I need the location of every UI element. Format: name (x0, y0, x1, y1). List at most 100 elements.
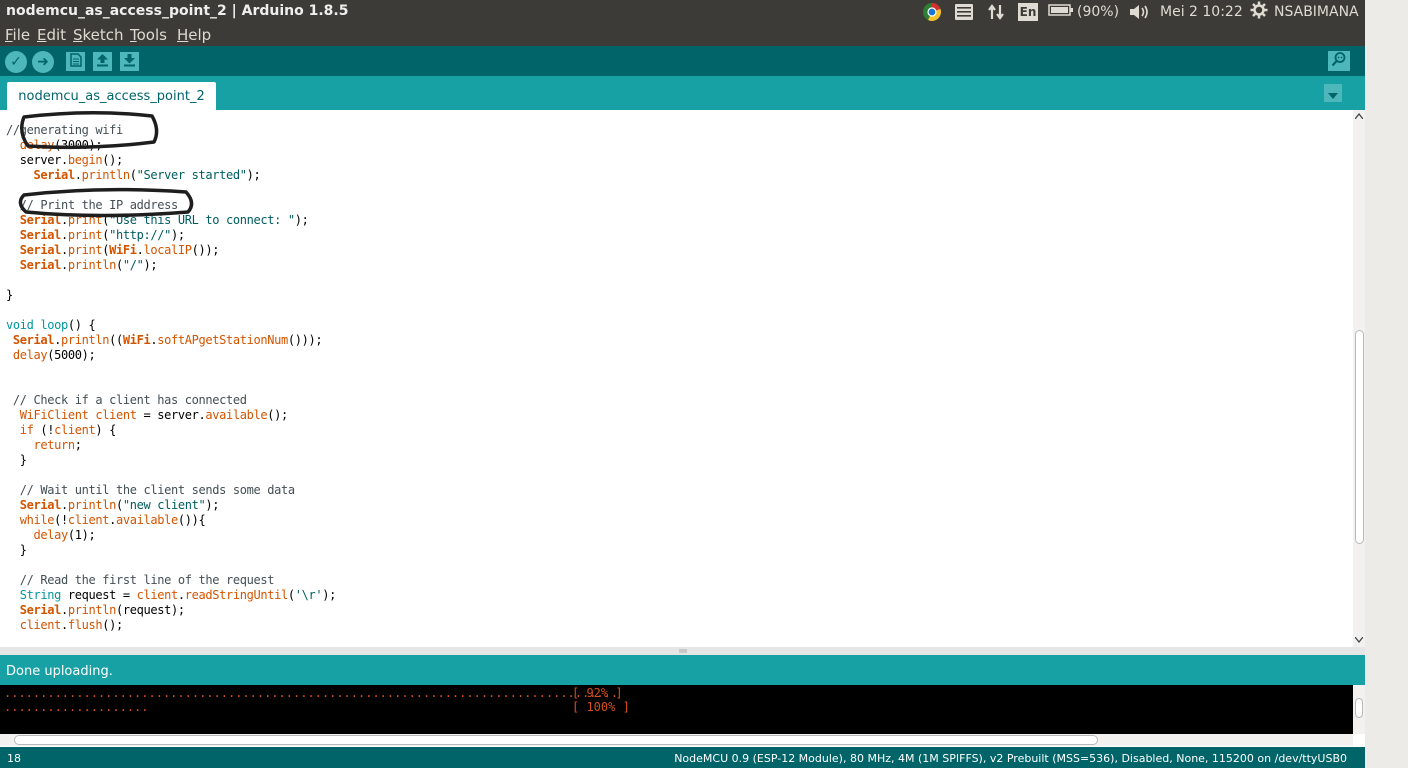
code-token: // Print the IP address (6, 198, 178, 212)
code-token: (); (102, 618, 123, 632)
code-line: Serial.println("new client"); (6, 498, 220, 513)
code-token: Serial (12, 333, 55, 347)
code-token: "new client" (122, 498, 206, 512)
code-token: // Wait until the client sends some data (6, 483, 295, 497)
code-line: Serial.println("Server started"); (6, 168, 261, 183)
upload-button[interactable]: ➜ (32, 51, 54, 73)
volume-icon[interactable] (1127, 2, 1151, 22)
save-button[interactable] (120, 52, 139, 71)
code-token: if (19, 423, 34, 437)
code-line: delay(3000); (6, 138, 103, 153)
code-token: WiFi (122, 333, 151, 347)
code-token: // Check if a client has connected (6, 393, 247, 407)
console-line: ........................................… (4, 686, 623, 700)
clock[interactable]: Mei 2 10:22 (1160, 2, 1244, 22)
code-line: void loop() { (6, 318, 96, 333)
code-token: ( (287, 588, 295, 602)
code-line: delay(1); (6, 528, 96, 543)
menu-file[interactable]: File (5, 26, 30, 44)
code-editor[interactable]: //generating wifi delay(3000); server.be… (0, 110, 1365, 647)
menu-sketch[interactable]: Sketch (73, 26, 124, 44)
console-horizontal-thumb[interactable] (14, 735, 1098, 745)
menu-edit[interactable]: Edit (37, 26, 66, 44)
editor-console-divider[interactable] (0, 647, 1365, 655)
code-token: loop (40, 318, 68, 332)
scroll-up-arrow-icon[interactable] (1355, 113, 1363, 119)
code-token: (5000); (47, 348, 96, 362)
new-button[interactable] (66, 52, 85, 71)
code-token: delay (12, 348, 48, 362)
console-vertical-scrollbar[interactable] (1353, 685, 1365, 734)
editor-scroll-thumb[interactable] (1355, 330, 1364, 544)
network-arrows-icon[interactable] (986, 2, 1006, 22)
code-token: . (177, 588, 185, 602)
tab-menu-button[interactable] (1324, 84, 1342, 102)
open-arrow-up-icon (96, 52, 109, 71)
tab-menu-chevron-icon (1328, 84, 1338, 103)
code-token: ); (294, 213, 309, 227)
code-token: = server. (136, 408, 206, 422)
code-token: ); (322, 588, 336, 602)
code-line: String request = client.readStringUntil(… (6, 588, 337, 603)
code-token: . (61, 498, 68, 512)
code-token: print (67, 228, 103, 242)
code-token: String (19, 588, 62, 602)
code-token: println (81, 168, 130, 182)
code-token: '\r' (294, 588, 323, 602)
code-line: Serial.print(WiFi.localIP()); (6, 243, 220, 258)
code-token: while (19, 513, 55, 527)
keyboard-layout-icon[interactable]: En (1017, 2, 1039, 22)
line-number: 18 (7, 752, 21, 765)
chrome-icon[interactable] (920, 2, 944, 22)
code-token: ()); (191, 243, 220, 257)
arduino-ide-window: nodemcu_as_access_point_2 | Arduino 1.8.… (0, 0, 1365, 768)
tab-sketch[interactable]: nodemcu_as_access_point_2 (7, 82, 216, 110)
code-token: println (67, 258, 116, 272)
code-line: server.begin(); (6, 153, 123, 168)
code-token: softAPgetStationNum (157, 333, 288, 347)
code-token: ); (246, 168, 261, 182)
open-button[interactable] (93, 52, 112, 71)
code-token: ( (116, 498, 123, 512)
console-output[interactable]: ........................................… (0, 685, 1353, 734)
code-token: println (67, 498, 116, 512)
user-name: NSABIMANA (1274, 4, 1359, 20)
code-token: ); (143, 258, 158, 272)
code-token: available (205, 408, 268, 422)
scroll-down-arrow-icon[interactable] (1355, 637, 1363, 643)
code-line: WiFiClient client = server.available(); (6, 408, 288, 423)
code-line: while(!client.available()){ (6, 513, 206, 528)
tab-bar: nodemcu_as_access_point_2 (0, 76, 1365, 110)
code-token: ()){ (177, 513, 206, 527)
indicator-menu-icon[interactable] (953, 2, 975, 22)
status-message: Done uploading. (6, 664, 113, 679)
code-token: Serial (33, 168, 76, 182)
code-token: ); (171, 228, 185, 242)
code-token: delay (19, 138, 55, 152)
code-token: client (54, 423, 96, 437)
session-menu[interactable]: NSABIMANA (1250, 1, 1364, 22)
code-token: request = (61, 588, 137, 602)
menu-help[interactable]: Help (177, 26, 211, 44)
new-file-icon (69, 52, 82, 71)
code-token: . (61, 603, 68, 617)
save-arrow-down-icon (123, 52, 136, 71)
code-token: begin (67, 153, 103, 167)
code-token: ())); (287, 333, 323, 347)
code-token: } (6, 288, 13, 302)
verify-check-icon: ✓ (10, 54, 22, 70)
serial-monitor-button[interactable] (1328, 51, 1350, 71)
battery-indicator[interactable]: (90%) (1048, 2, 1120, 22)
menu-tools[interactable]: Tools (130, 26, 167, 44)
console-scroll-thumb[interactable] (1355, 698, 1363, 718)
code-token: ( (116, 258, 123, 272)
code-token: client (136, 588, 179, 602)
verify-button[interactable]: ✓ (5, 51, 27, 73)
